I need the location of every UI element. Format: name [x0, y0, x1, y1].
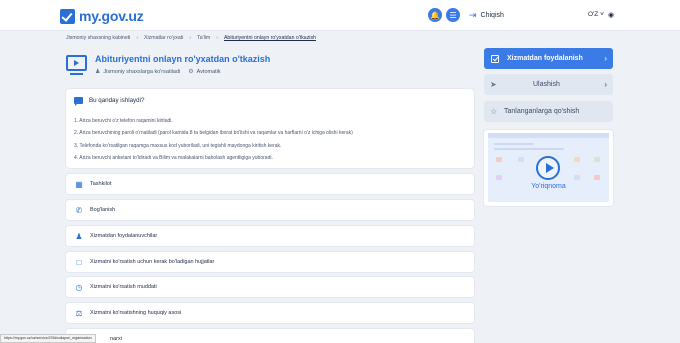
how-it-works-heading: Bu qanday ishlaydi?	[74, 97, 145, 106]
step-item: 1. Ariza beruvchi o'z telefon raqamini k…	[74, 118, 173, 124]
video-guide-label: Yo'riqnoma	[531, 183, 566, 190]
top-header: my.gov.uz 🔔 ☰ ⇥ Chiqish O'Z ˅ ◉	[0, 0, 680, 31]
breadcrumb-current[interactable]: Abituriyentni onlayn ro'yxatdan o'tkazis…	[224, 35, 316, 41]
section-documents[interactable]: □ Xizmatni ko'rsatish uchun kerak bo'lad…	[66, 252, 474, 272]
chevron-right-icon: ›	[189, 35, 192, 41]
logo-text: my.gov.uz	[79, 8, 144, 24]
chat-icon	[74, 97, 83, 106]
page-title: Abituriyentni onlayn ro'yxatdan o'tkazis…	[95, 54, 271, 64]
clock-icon: ◷	[75, 282, 83, 292]
check-icon	[491, 54, 499, 63]
section-contact[interactable]: ✆ Bog'lanish	[66, 200, 474, 220]
breadcrumb: Jismoniy shaxsning kabineti › Xizmatlar …	[66, 35, 316, 41]
status-bar-url: https://my.gov.uz/oz/service/239#collaps…	[0, 334, 96, 343]
section-label: Bog'lanish	[90, 207, 116, 213]
step-item: 2. Ariza beruvchining paroli o'rnatiladi…	[74, 130, 353, 137]
phone-icon: ✆	[75, 205, 83, 215]
how-it-works-card: Bu qanday ishlaydi? 1. Ariza beruvchi o'…	[66, 89, 474, 168]
service-audience: Jismoniy shaxslarga ko'rsatiladi	[103, 68, 181, 75]
send-icon: ➤	[490, 80, 497, 89]
video-lesson-icon	[66, 55, 87, 71]
section-label: narxi	[110, 336, 122, 342]
chevron-right-icon: ›	[136, 35, 139, 41]
service-mode: Avtomatik	[196, 68, 221, 75]
language-selector[interactable]: O'Z ˅	[588, 11, 604, 18]
user-icon: ♟	[75, 231, 83, 241]
breadcrumb-item[interactable]: Ta'lim	[197, 35, 210, 41]
step-item: 4. Ariza beruvchi anketani to'ldiradi va…	[74, 154, 273, 161]
user-icon: ♟	[95, 69, 101, 75]
add-to-favorites-button[interactable]: ☆ Tanlanganlarga qo'shish	[484, 101, 613, 122]
chevron-right-icon: ›	[216, 35, 218, 41]
service-meta: ♟ Jismoniy shaxslarga ko'rsatiladi ⚙ Avt…	[95, 68, 221, 76]
breadcrumb-item[interactable]: Jismoniy shaxsning kabineti	[66, 35, 130, 41]
step-item: 3. Telefonda ko'rsatilgan raqamga maxsus…	[74, 142, 282, 149]
bell-icon[interactable]: 🔔	[428, 8, 442, 22]
chevron-right-icon: ›	[604, 54, 607, 63]
logout-label: Chiqish	[480, 12, 504, 19]
logout-button[interactable]: ⇥ Chiqish	[469, 10, 504, 21]
play-icon[interactable]	[536, 156, 560, 180]
section-organisation[interactable]: ▦ Tashkilot	[66, 174, 474, 194]
eye-icon[interactable]: ◉	[608, 11, 614, 19]
section-label: Xizmatdan foydalanuvchilar	[90, 233, 158, 239]
favorites-label: Tanlanganlarga qo'shish	[504, 108, 580, 115]
star-icon: ☆	[490, 107, 498, 116]
chevron-right-icon: ›	[604, 80, 607, 89]
building-icon: ▦	[75, 179, 83, 189]
logout-icon: ⇥	[469, 10, 477, 20]
section-users[interactable]: ♟ Xizmatdan foydalanuvchilar	[66, 226, 474, 246]
language-label: O'Z	[588, 11, 599, 18]
section-label: Xizmatni ko'rsatish muddati	[90, 284, 157, 290]
how-it-works-title: Bu qanday ishlaydi?	[89, 97, 145, 104]
use-service-button[interactable]: Xizmatdan foydalanish ›	[484, 48, 613, 69]
section-legal-basis[interactable]: ⚖ Xizmatni ko'rsatishning huquqiy asosi	[66, 303, 474, 323]
logo-check-icon	[60, 8, 75, 24]
video-guide[interactable]: Yo'riqnoma	[484, 130, 613, 206]
share-button[interactable]: ➤ Ulashish ›	[484, 74, 613, 95]
section-duration[interactable]: ◷ Xizmatni ko'rsatish muddati	[66, 277, 474, 297]
section-price[interactable]	[66, 329, 474, 343]
share-label: Ulashish	[533, 81, 560, 88]
video-lesson-icon-base	[70, 73, 83, 75]
section-label: Xizmatni ko'rsatishning huquqiy asosi	[90, 310, 182, 316]
logo[interactable]: my.gov.uz	[60, 6, 144, 26]
scales-icon: ⚖	[75, 308, 83, 318]
steps-list: 1. Ariza beruvchi o'z telefon raqamini k…	[74, 115, 353, 164]
menu-icon[interactable]: ☰	[446, 8, 460, 22]
use-service-label: Xizmatdan foydalanish	[507, 55, 583, 62]
breadcrumb-item[interactable]: Xizmatlar ro'yxati	[144, 35, 183, 41]
document-icon: □	[76, 257, 82, 267]
section-label: Tashkilot	[90, 181, 112, 187]
section-label: Xizmatni ko'rsatish uchun kerak bo'ladig…	[90, 259, 215, 265]
gear-icon: ⚙	[188, 69, 194, 75]
